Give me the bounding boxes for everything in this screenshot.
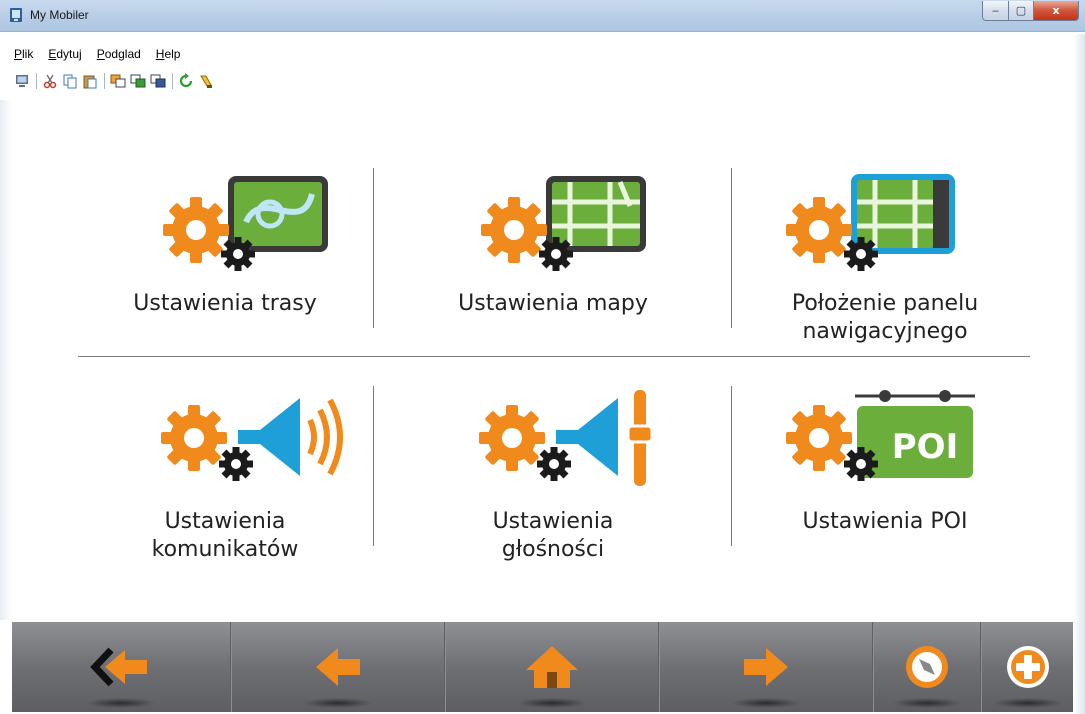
menu-podglad[interactable]: Podglad bbox=[97, 47, 141, 61]
tile-nav-panel-position[interactable]: Położenie panelu nawigacyjnego bbox=[735, 160, 1035, 355]
window-title: My Mobiler bbox=[30, 8, 89, 22]
paste-icon[interactable] bbox=[82, 73, 98, 89]
compass-button[interactable] bbox=[874, 622, 980, 712]
home-button[interactable] bbox=[446, 622, 658, 712]
tile-announcements-settings[interactable]: Ustawienia komunikatów bbox=[80, 380, 370, 580]
poi-settings-icon: POI bbox=[786, 390, 975, 481]
minimize-button[interactable]: ‒ bbox=[982, 1, 1009, 21]
tile-label: Ustawienia trasy bbox=[133, 291, 317, 316]
tile-volume-settings[interactable]: Ustawienia głośności bbox=[378, 380, 728, 580]
refresh-icon[interactable] bbox=[178, 73, 194, 89]
tile-label: Ustawienia głośności bbox=[492, 509, 614, 562]
tile-label: Ustawienia komunikatów bbox=[151, 509, 299, 562]
toolbar-separator bbox=[36, 73, 37, 89]
tile-label: Ustawienia mapy bbox=[458, 291, 648, 316]
app-icon bbox=[8, 7, 24, 23]
title-bar: My Mobiler ‒ ▢ x bbox=[0, 0, 1085, 32]
close-button[interactable]: x bbox=[1033, 1, 1079, 21]
window-left-edge bbox=[0, 100, 12, 620]
window-3-icon[interactable] bbox=[150, 73, 166, 89]
back-exit-icon bbox=[90, 647, 147, 687]
bottom-nav-bar bbox=[12, 622, 1073, 712]
announcements-settings-icon bbox=[161, 398, 343, 481]
back-button[interactable] bbox=[232, 622, 444, 712]
vertical-divider bbox=[373, 168, 374, 328]
window-icon[interactable] bbox=[110, 73, 126, 89]
toolbar-separator bbox=[104, 73, 105, 89]
add-icon bbox=[1006, 646, 1049, 688]
vertical-divider bbox=[373, 386, 374, 546]
back-exit-button[interactable] bbox=[12, 622, 230, 712]
maximize-button[interactable]: ▢ bbox=[1008, 1, 1034, 21]
forward-arrow-icon bbox=[744, 648, 788, 686]
toolbar bbox=[14, 68, 614, 94]
copy-icon[interactable] bbox=[62, 73, 78, 89]
menu-plik[interactable]: Plik bbox=[14, 47, 33, 61]
poi-badge-text: POI bbox=[892, 427, 958, 467]
tile-route-settings[interactable]: Ustawienia trasy bbox=[80, 160, 370, 340]
monitor-icon[interactable] bbox=[14, 73, 30, 89]
tile-label: Położenie panelu nawigacyjnego bbox=[791, 291, 979, 344]
window-right-edge bbox=[1073, 34, 1085, 714]
map-settings-icon bbox=[481, 176, 646, 271]
toolbar-separator bbox=[172, 73, 173, 89]
back-arrow-icon bbox=[316, 648, 360, 686]
tile-label: Ustawienia POI bbox=[802, 509, 968, 534]
menu-edytuj[interactable]: Edytuj bbox=[48, 47, 81, 61]
forward-button[interactable] bbox=[660, 622, 872, 712]
nav-panel-position-icon bbox=[786, 174, 955, 271]
horizontal-divider bbox=[78, 356, 1030, 357]
vertical-divider bbox=[731, 168, 732, 328]
home-icon bbox=[526, 646, 578, 688]
vertical-divider bbox=[731, 386, 732, 546]
add-button[interactable] bbox=[982, 622, 1073, 712]
volume-settings-icon bbox=[479, 390, 654, 486]
tile-map-settings[interactable]: Ustawienia mapy bbox=[378, 160, 728, 340]
compass-icon bbox=[906, 646, 948, 688]
menu-help[interactable]: Help bbox=[156, 47, 181, 61]
route-settings-icon bbox=[163, 176, 328, 271]
cut-icon[interactable] bbox=[42, 73, 58, 89]
window-2-icon[interactable] bbox=[130, 73, 146, 89]
menu-bar: Plik Edytuj Podglad Help bbox=[6, 44, 1066, 64]
brush-icon[interactable] bbox=[198, 73, 214, 89]
tile-poi-settings[interactable]: POI Ustawienia POI bbox=[735, 380, 1035, 580]
